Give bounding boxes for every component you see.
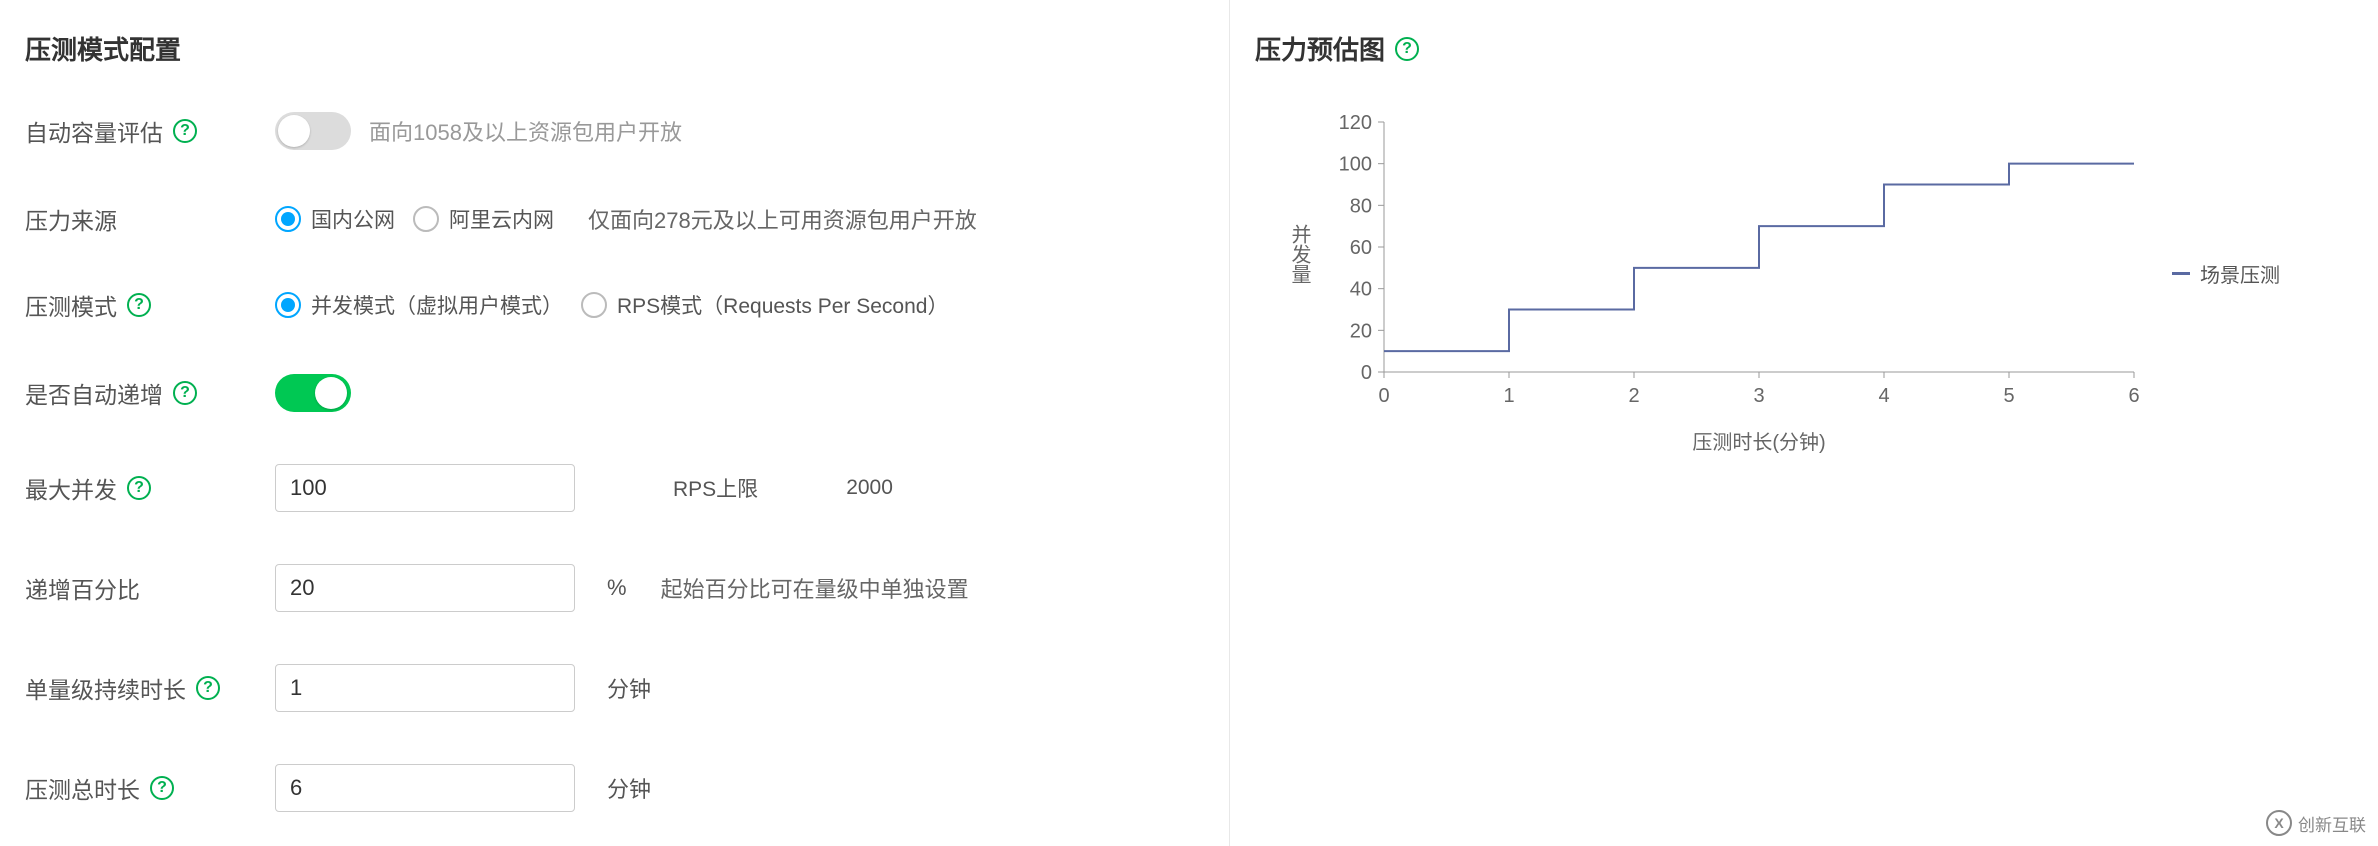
radio-source-internal[interactable]: 阿里云内网 xyxy=(413,204,554,234)
suffix-step-duration: 分钟 xyxy=(607,672,651,704)
radio-mode-concurrent[interactable]: 并发模式（虚拟用户模式） xyxy=(275,290,563,320)
svg-text:1: 1 xyxy=(1503,385,1514,407)
svg-text:3: 3 xyxy=(1753,385,1764,407)
svg-text:6: 6 xyxy=(2128,385,2139,407)
label-auto-increase: 是否自动递增 ? xyxy=(25,376,275,410)
watermark-icon: X xyxy=(2266,810,2292,836)
input-increase-percent[interactable] xyxy=(275,564,575,612)
radio-source-public-label: 国内公网 xyxy=(311,204,395,234)
label-pressure-source-text: 压力来源 xyxy=(25,202,117,236)
chart-legend: 场景压测 xyxy=(2172,259,2280,288)
chart-y-axis-label: 并发量 xyxy=(1285,224,1314,284)
rps-limit-label: RPS上限 xyxy=(673,473,758,503)
label-test-mode-text: 压测模式 xyxy=(25,288,117,322)
row-max-concurrency: 最大并发 ? RPS上限 2000 xyxy=(25,464,1204,512)
help-icon[interactable]: ? xyxy=(196,676,220,700)
row-auto-capacity: 自动容量评估 ? 面向1058及以上资源包用户开放 xyxy=(25,112,1204,150)
toggle-auto-capacity[interactable] xyxy=(275,112,351,150)
config-title: 压测模式配置 xyxy=(25,30,1204,67)
label-total-duration: 压测总时长 ? xyxy=(25,771,275,805)
radio-mode-rps[interactable]: RPS模式（Requests Per Second） xyxy=(581,290,948,320)
hint-increase-percent: 起始百分比可在量级中单独设置 xyxy=(661,572,969,604)
legend-label: 场景压测 xyxy=(2200,259,2280,288)
suffix-percent: % xyxy=(607,575,627,601)
suffix-total-duration: 分钟 xyxy=(607,772,651,804)
svg-text:80: 80 xyxy=(1350,195,1372,217)
svg-text:60: 60 xyxy=(1350,237,1372,259)
radio-mode-concurrent-label: 并发模式（虚拟用户模式） xyxy=(311,290,563,320)
help-icon[interactable]: ? xyxy=(1395,37,1419,61)
input-max-concurrency[interactable] xyxy=(275,464,575,512)
svg-text:2: 2 xyxy=(1628,385,1639,407)
label-auto-capacity: 自动容量评估 ? xyxy=(25,114,275,148)
radio-source-internal-label: 阿里云内网 xyxy=(449,204,554,234)
chart-wrapper: 并发量 0 20 40 60 80 100 120 0 1 2 3 4 5 6 压测时长(分钟) 场景压测 xyxy=(1285,112,2353,455)
legend-line-icon xyxy=(2172,272,2190,275)
label-auto-increase-text: 是否自动递增 xyxy=(25,376,163,410)
chart-title-text: 压力预估图 xyxy=(1255,30,1385,67)
help-icon[interactable]: ? xyxy=(173,381,197,405)
row-increase-percent: 递增百分比 % 起始百分比可在量级中单独设置 xyxy=(25,564,1204,612)
toggle-auto-increase[interactable] xyxy=(275,374,351,412)
hint-auto-capacity: 面向1058及以上资源包用户开放 xyxy=(369,115,682,147)
chart-body: 0 20 40 60 80 100 120 0 1 2 3 4 5 6 压测时长(分钟) xyxy=(1324,112,2144,455)
row-test-mode: 压测模式 ? 并发模式（虚拟用户模式） RPS模式（Requests Per S… xyxy=(25,288,1204,322)
input-step-duration[interactable] xyxy=(275,664,575,712)
svg-text:20: 20 xyxy=(1350,320,1372,342)
config-panel: 压测模式配置 自动容量评估 ? 面向1058及以上资源包用户开放 压力来源 国内… xyxy=(0,0,1230,846)
svg-text:120: 120 xyxy=(1339,112,1372,134)
radio-circle-icon xyxy=(275,292,301,318)
pressure-chart: 0 20 40 60 80 100 120 0 1 2 3 4 5 6 xyxy=(1324,112,2144,412)
radio-circle-icon xyxy=(413,206,439,232)
help-icon[interactable]: ? xyxy=(173,119,197,143)
chart-x-axis-label: 压测时长(分钟) xyxy=(1324,426,2144,455)
svg-text:100: 100 xyxy=(1339,154,1372,176)
label-pressure-source: 压力来源 xyxy=(25,202,275,236)
chart-title: 压力预估图 ? xyxy=(1255,30,2353,67)
label-increase-percent: 递增百分比 xyxy=(25,571,275,605)
radio-mode-rps-label: RPS模式（Requests Per Second） xyxy=(617,290,948,320)
label-test-mode: 压测模式 ? xyxy=(25,288,275,322)
svg-text:5: 5 xyxy=(2003,385,2014,407)
help-icon[interactable]: ? xyxy=(150,776,174,800)
svg-text:40: 40 xyxy=(1350,279,1372,301)
label-increase-percent-text: 递增百分比 xyxy=(25,571,140,605)
label-max-concurrency-text: 最大并发 xyxy=(25,471,117,505)
hint-source: 仅面向278元及以上可用资源包用户开放 xyxy=(588,203,977,235)
radio-source-public[interactable]: 国内公网 xyxy=(275,204,395,234)
chart-panel: 压力预估图 ? 并发量 0 20 40 60 80 100 120 0 1 2 3 4 5 6 压测时长(… xyxy=(1230,0,2378,846)
rps-limit-value: 2000 xyxy=(846,476,893,500)
input-total-duration[interactable] xyxy=(275,764,575,812)
svg-text:0: 0 xyxy=(1378,385,1389,407)
radio-circle-icon xyxy=(581,292,607,318)
row-auto-increase: 是否自动递增 ? xyxy=(25,374,1204,412)
watermark: X 创新互联 xyxy=(2266,810,2366,836)
help-icon[interactable]: ? xyxy=(127,293,151,317)
radio-circle-icon xyxy=(275,206,301,232)
row-pressure-source: 压力来源 国内公网 阿里云内网 仅面向278元及以上可用资源包用户开放 xyxy=(25,202,1204,236)
svg-text:4: 4 xyxy=(1878,385,1889,407)
help-icon[interactable]: ? xyxy=(127,476,151,500)
row-step-duration: 单量级持续时长 ? 分钟 xyxy=(25,664,1204,712)
label-step-duration-text: 单量级持续时长 xyxy=(25,671,186,705)
svg-text:0: 0 xyxy=(1361,362,1372,384)
watermark-text: 创新互联 xyxy=(2298,811,2366,836)
label-max-concurrency: 最大并发 ? xyxy=(25,471,275,505)
config-title-text: 压测模式配置 xyxy=(25,30,181,67)
label-auto-capacity-text: 自动容量评估 xyxy=(25,114,163,148)
row-total-duration: 压测总时长 ? 分钟 xyxy=(25,764,1204,812)
label-total-duration-text: 压测总时长 xyxy=(25,771,140,805)
label-step-duration: 单量级持续时长 ? xyxy=(25,671,275,705)
